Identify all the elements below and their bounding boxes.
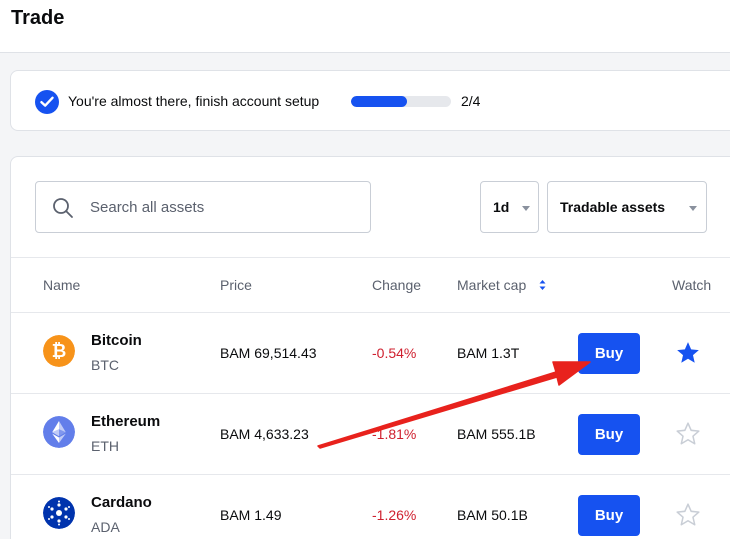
column-header-watch: Watch (672, 277, 712, 293)
search-input[interactable] (90, 196, 350, 218)
top-header: Trade (0, 0, 730, 53)
asset-name[interactable]: Cardano (91, 494, 152, 511)
asset-name[interactable]: Ethereum (91, 413, 160, 430)
column-header-price[interactable]: Price (220, 277, 252, 293)
bitcoin-icon: ₿ (43, 335, 75, 367)
assets-panel: 1d Tradable assets Name Price Change Mar… (10, 156, 730, 539)
asset-filter-value: Tradable assets (560, 199, 666, 215)
period-select-value: 1d (493, 199, 510, 215)
asset-market-cap: BAM 1.3T (457, 345, 520, 361)
chevron-down-icon (689, 206, 697, 211)
asset-change: -1.81% (372, 426, 417, 442)
table-row[interactable]: ₿ Bitcoin BTC BAM 69,514.43 -0.54% BAM 1… (11, 313, 730, 394)
asset-ticker: ADA (91, 519, 120, 535)
buy-button[interactable]: Buy (578, 495, 640, 536)
buy-button[interactable]: Buy (578, 333, 640, 374)
divider (11, 257, 730, 258)
table-row[interactable]: Ethereum ETH BAM 4,633.23 -1.81% BAM 555… (11, 394, 730, 475)
checkmark-icon (35, 90, 59, 114)
column-header-market-cap[interactable]: Market cap (457, 277, 526, 293)
star-filled-icon[interactable] (675, 340, 701, 366)
column-header-name[interactable]: Name (43, 277, 80, 293)
account-setup-banner[interactable]: You're almost there, finish account setu… (10, 70, 730, 131)
sort-icon[interactable] (539, 279, 546, 291)
asset-price: BAM 69,514.43 (220, 345, 317, 361)
table-row[interactable]: Cardano ADA BAM 1.49 -1.26% BAM 50.1B Bu… (11, 475, 730, 539)
asset-ticker: ETH (91, 438, 119, 454)
asset-price: BAM 4,633.23 (220, 426, 309, 442)
search-icon (53, 198, 73, 218)
ethereum-icon (43, 416, 75, 448)
svg-text:₿: ₿ (52, 341, 67, 362)
star-outline-icon[interactable] (675, 502, 701, 528)
chevron-down-icon (522, 206, 530, 211)
column-header-change[interactable]: Change (372, 277, 421, 293)
asset-price: BAM 1.49 (220, 507, 282, 523)
buy-button[interactable]: Buy (578, 414, 640, 455)
setup-progress-bar (351, 96, 451, 107)
page-title: Trade (11, 7, 65, 29)
setup-progress-count: 2/4 (461, 93, 481, 109)
cardano-icon (43, 497, 75, 529)
asset-market-cap: BAM 50.1B (457, 507, 528, 523)
asset-change: -0.54% (372, 345, 417, 361)
period-select[interactable]: 1d (480, 181, 539, 233)
asset-name[interactable]: Bitcoin (91, 332, 142, 349)
search-box[interactable] (35, 181, 371, 233)
asset-market-cap: BAM 555.1B (457, 426, 536, 442)
setup-progress-fill (351, 96, 407, 107)
setup-message: You're almost there, finish account setu… (68, 93, 320, 109)
star-outline-icon[interactable] (675, 421, 701, 447)
asset-filter-select[interactable]: Tradable assets (547, 181, 707, 233)
asset-ticker: BTC (91, 357, 119, 373)
asset-change: -1.26% (372, 507, 417, 523)
